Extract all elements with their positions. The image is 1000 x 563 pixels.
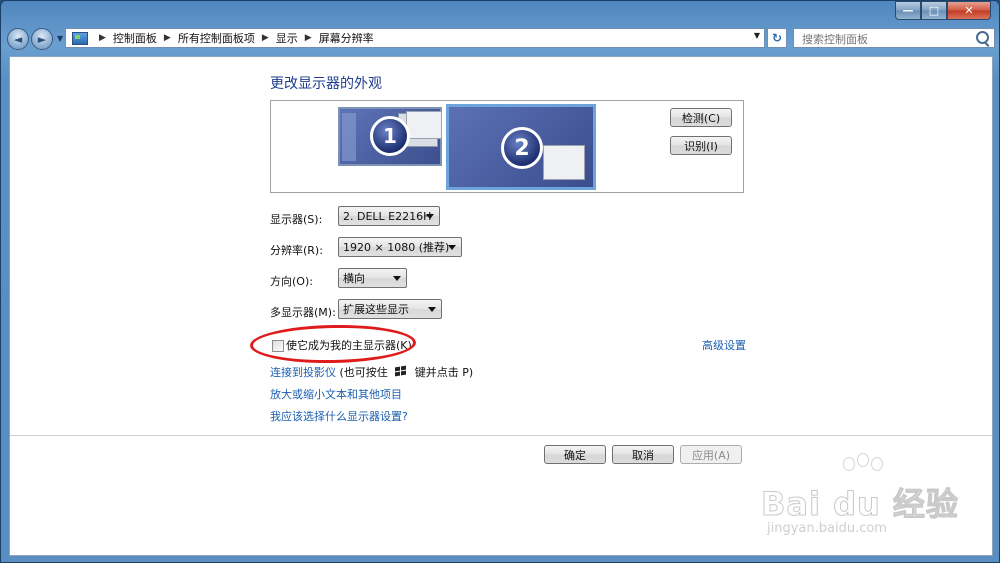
close-button[interactable]: ✕ (947, 1, 991, 20)
paw-print-toe (857, 453, 869, 467)
monitor-2-window (543, 145, 585, 180)
breadcrumb-separator-icon[interactable]: ▶ (262, 33, 269, 43)
resolution-label: 分辨率(R): (270, 244, 323, 257)
recent-pages-dropdown-icon[interactable]: ▼ (57, 34, 63, 43)
monitor-1-sidebar (342, 113, 356, 161)
monitor-2-thumbnail[interactable]: 2 (446, 104, 596, 190)
maximize-button[interactable]: □ (921, 1, 947, 20)
paw-print-icon (843, 457, 855, 471)
detect-button[interactable]: 检测(C) (670, 108, 732, 127)
refresh-button[interactable]: ↻ (767, 28, 787, 48)
cancel-button[interactable]: 取消 (612, 445, 674, 464)
baidu-watermark: Bai du 经验 jingyan.baidu.com (761, 451, 961, 551)
breadcrumb-separator-icon[interactable]: ▶ (305, 33, 312, 43)
windows-logo-icon (395, 365, 407, 378)
breadcrumb-separator-icon[interactable]: ▶ (164, 33, 171, 43)
breadcrumb-separator-icon[interactable]: ▶ (99, 33, 106, 43)
which-settings-link[interactable]: 我应该选择什么显示器设置? (270, 408, 408, 424)
watermark-url: jingyan.baidu.com (767, 521, 887, 536)
annotation-red-oval (249, 323, 417, 365)
resolution-select[interactable]: 1920 × 1080 (推荐) (338, 237, 462, 257)
apply-button[interactable]: 应用(A) (680, 445, 742, 464)
search-icon[interactable] (976, 31, 989, 44)
search-input[interactable] (800, 30, 974, 48)
minimize-button[interactable]: — (895, 1, 921, 20)
chevron-down-icon (448, 245, 456, 250)
refresh-icon: ↻ (771, 31, 783, 45)
orientation-label: 方向(O): (270, 275, 313, 288)
window-controls: — □ ✕ (895, 1, 991, 20)
orientation-select-value: 横向 (343, 272, 365, 285)
multi-display-select-value: 扩展这些显示 (343, 303, 409, 316)
paw-print-toe (871, 457, 883, 471)
breadcrumb-control-panel[interactable]: 控制面板 (113, 30, 157, 46)
connect-projector-link[interactable]: 连接到投影仪 (270, 366, 336, 379)
multi-display-label: 多显示器(M): (270, 306, 336, 319)
advanced-settings-link[interactable]: 高级设置 (702, 337, 746, 353)
breadcrumb-display[interactable]: 显示 (276, 30, 298, 46)
forward-arrow-icon: ► (37, 32, 47, 46)
ok-button[interactable]: 确定 (544, 445, 606, 464)
divider (10, 435, 992, 436)
back-arrow-icon: ◄ (13, 32, 23, 46)
orientation-select[interactable]: 横向 (338, 268, 407, 288)
monitor-1-thumbnail[interactable]: 1 (338, 107, 442, 166)
chevron-down-icon (428, 307, 436, 312)
breadcrumb-all-items[interactable]: 所有控制面板项 (178, 30, 255, 46)
monitor-2-number: 2 (501, 127, 543, 169)
window-frame: — □ ✕ ◄ ► ▼ ▶ 控制面板 ▶ 所有控制面板项 ▶ 显示 ▶ 屏幕分辨… (0, 0, 1000, 563)
chevron-down-icon (426, 214, 434, 219)
watermark-brand: Bai du 经验 (761, 485, 959, 524)
forward-button[interactable]: ► (31, 28, 53, 50)
monitor-1-number: 1 (370, 116, 410, 156)
control-panel-icon (72, 31, 88, 45)
projector-hint-text-end: 键并点击 P) (414, 366, 474, 379)
multi-display-select[interactable]: 扩展这些显示 (338, 299, 442, 319)
back-button[interactable]: ◄ (7, 28, 29, 50)
identify-button[interactable]: 识别(I) (670, 136, 732, 155)
monitor-1-window-2 (406, 111, 442, 139)
projector-hint-text: (也可按住 (339, 366, 388, 379)
breadcrumb-screen-resolution[interactable]: 屏幕分辨率 (319, 30, 374, 46)
display-label: 显示器(S): (270, 213, 323, 226)
navigation-bar: ◄ ► ▼ ▶ 控制面板 ▶ 所有控制面板项 ▶ 显示 ▶ 屏幕分辨率 ▼ ↻ (7, 27, 995, 51)
chevron-down-icon (393, 276, 401, 281)
display-select[interactable]: 2. DELL E2216H (338, 206, 440, 226)
display-select-value: 2. DELL E2216H (343, 209, 432, 223)
address-dropdown-icon[interactable]: ▼ (754, 31, 760, 40)
text-size-link[interactable]: 放大或缩小文本和其他项目 (270, 386, 402, 402)
search-box[interactable] (793, 28, 995, 48)
address-bar[interactable]: ▶ 控制面板 ▶ 所有控制面板项 ▶ 显示 ▶ 屏幕分辨率 ▼ (65, 28, 765, 48)
projector-row: 连接到投影仪 (也可按住 键并点击 P) (270, 364, 473, 380)
resolution-select-value: 1920 × 1080 (推荐) (343, 241, 450, 254)
page-title: 更改显示器的外观 (270, 76, 382, 92)
